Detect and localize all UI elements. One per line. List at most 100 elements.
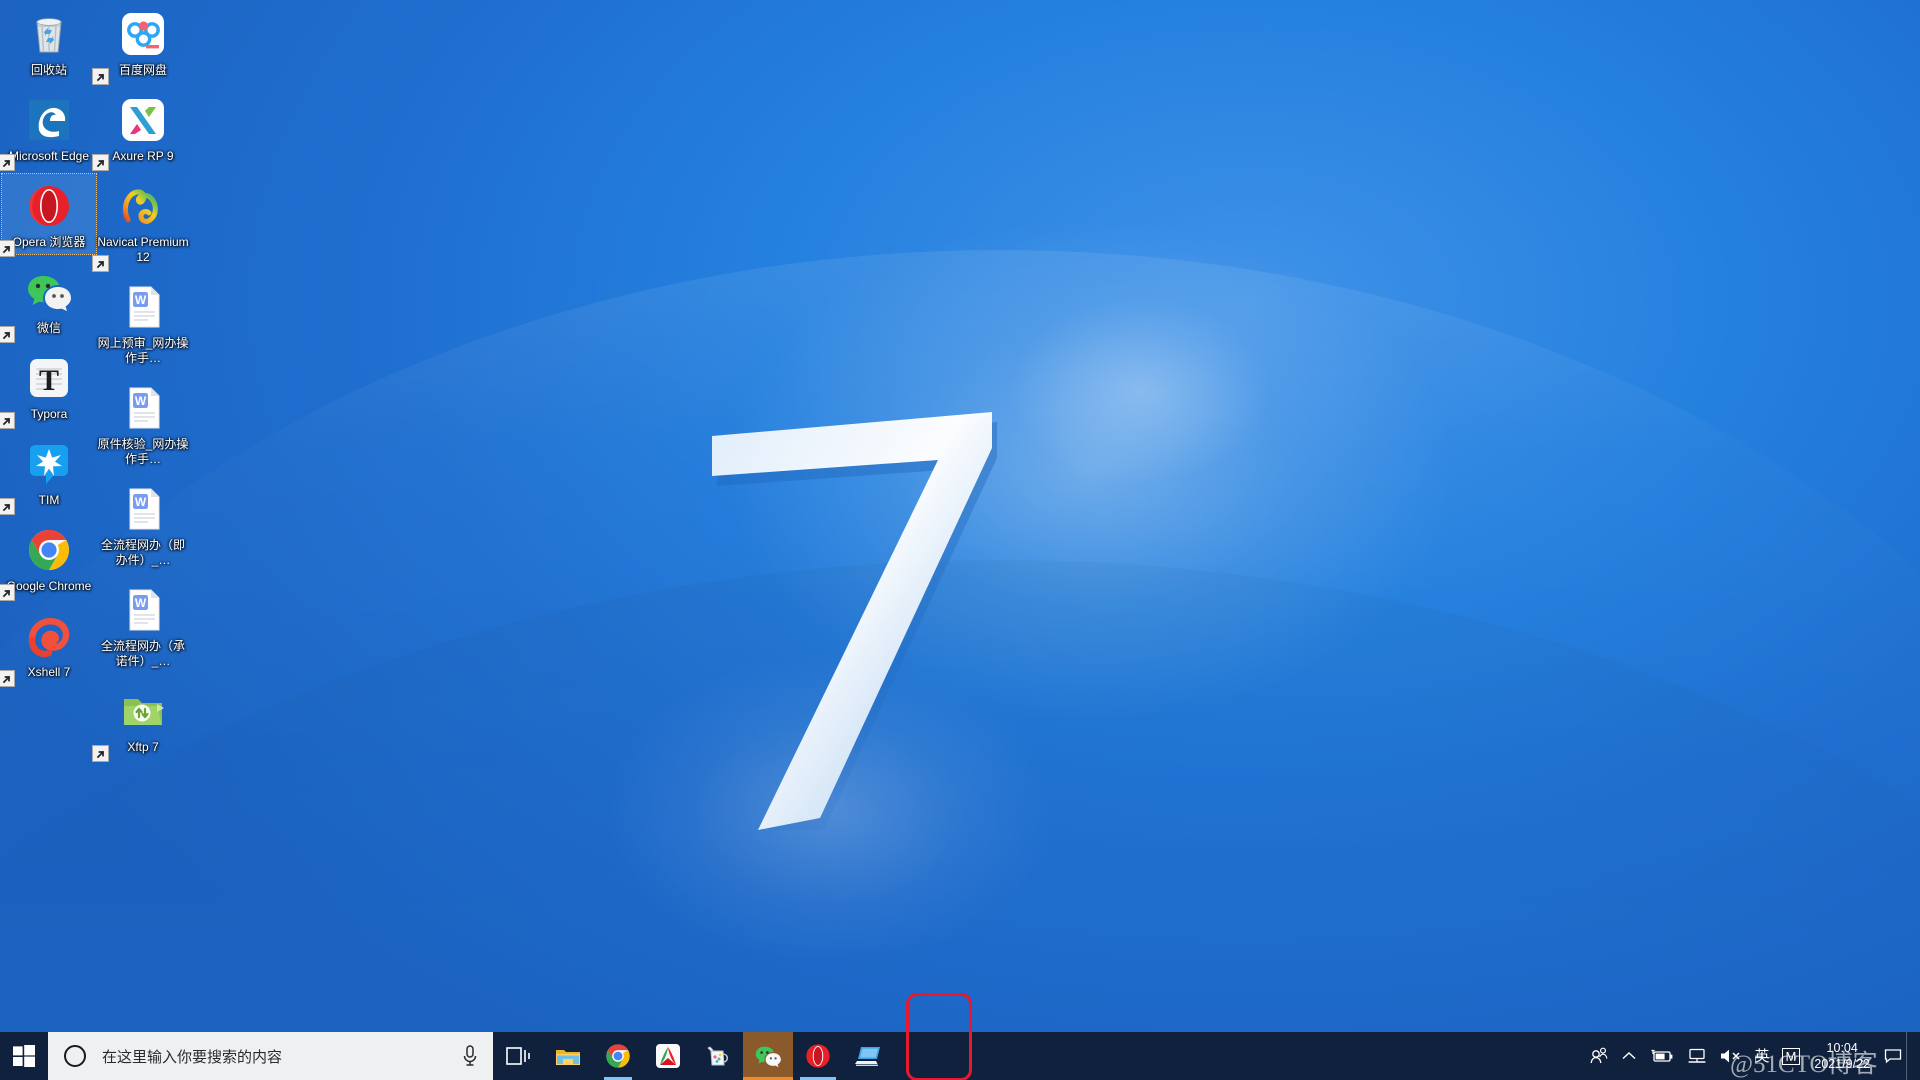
shortcut-arrow-icon (0, 326, 15, 343)
desktop-icon-wechat[interactable]: 微信 (0, 260, 96, 343)
remote-desktop-icon (855, 1047, 880, 1066)
windows-logo-icon (13, 1045, 35, 1067)
tray-ime-mode-button[interactable]: 英 (1749, 1032, 1776, 1080)
edge-icon (25, 96, 73, 144)
wechat-icon (25, 268, 73, 316)
desktop-icon-xftp-7[interactable]: Xftp 7 (92, 679, 190, 762)
shortcut-arrow-icon (92, 68, 109, 85)
search-placeholder-text: 在这里输入你要搜索的内容 (102, 1048, 283, 1066)
system-tray: 英 M 10:04 2021/9/22 (1583, 1032, 1920, 1080)
taskbar-clock[interactable]: 10:04 2021/9/22 (1806, 1032, 1880, 1080)
desktop-icon-label: 回收站 (30, 63, 67, 77)
tray-ime-tool-button[interactable]: M (1776, 1032, 1807, 1080)
teapot-icon (707, 1046, 729, 1066)
shortcut-arrow-icon (92, 154, 109, 171)
wallpaper-seven-logo (712, 412, 997, 830)
taskbar-buttons (493, 1032, 893, 1080)
desktop-icon-label: 微信 (36, 321, 61, 335)
search-input[interactable]: 在这里输入你要搜索的内容 (48, 1032, 493, 1080)
taskbar-button-file-explorer[interactable] (543, 1032, 593, 1080)
desktop-icon-label: Axure RP 9 (112, 149, 174, 163)
desktop-icon-label: 全流程网办（承诺件）_… (100, 639, 185, 668)
chrome-icon (25, 526, 73, 574)
shortcut-arrow-icon (92, 745, 109, 762)
desktop-icon-baidu-netdisk[interactable]: 百度网盘 (92, 2, 190, 85)
navicat-icon (119, 182, 167, 230)
chevron-up-icon (1622, 1052, 1636, 1060)
svg-text:W: W (135, 394, 147, 408)
desktop-icon-tim[interactable]: TIM (0, 432, 96, 515)
taskbar-button-pdf-reader[interactable] (643, 1032, 693, 1080)
baidu-netdisk-icon (119, 10, 167, 58)
battery-icon (1650, 1049, 1672, 1062)
typora-icon: T (25, 354, 73, 402)
ime-tool-label: M (1781, 1047, 1801, 1065)
desktop-icon-label: 全流程网办（即办件）_… (100, 538, 185, 567)
volume-mute-icon (1720, 1049, 1740, 1063)
clock-date: 2021/9/22 (1814, 1057, 1870, 1071)
shortcut-arrow-icon (0, 584, 15, 601)
start-button[interactable] (0, 1032, 48, 1080)
word-document-icon: W (119, 283, 167, 331)
taskbar-button-remote-desktop[interactable] (843, 1032, 893, 1080)
action-center-icon (1884, 1049, 1902, 1064)
word-document-icon: W (119, 586, 167, 634)
action-center-button[interactable] (1880, 1032, 1906, 1080)
file-explorer-icon (556, 1050, 580, 1065)
desktop-icon-label: 网上预审_网办操作手… (97, 336, 189, 365)
opera-icon (25, 182, 73, 230)
desktop-icon-navicat-premium[interactable]: Navicat Premium 12 (92, 174, 190, 272)
tray-people-button[interactable] (1583, 1032, 1615, 1080)
taskbar-button-opera[interactable] (793, 1032, 843, 1080)
desktop-icon-microsoft-edge[interactable]: Microsoft Edge (0, 88, 96, 171)
desktop-icon-doc-yuanjian[interactable]: W 原件核验_网办操作手… (96, 376, 190, 471)
wallpaper-swoosh-upper (0, 250, 1920, 1080)
task-view-icon (506, 1047, 530, 1065)
wechat-icon (755, 1046, 781, 1068)
desktop[interactable]: 回收站 Microsoft Edge Opera 浏览器 微信 T Typora… (0, 0, 1920, 1080)
desktop-icon-label: Navicat Premium 12 (97, 235, 189, 264)
desktop-icon-column-2: 百度网盘 Axure RP 9 Navicat Premium 12 W 网上预… (92, 2, 190, 765)
svg-text:W: W (135, 596, 147, 610)
desktop-icon-label: Google Chrome (6, 579, 92, 593)
desktop-icon-google-chrome[interactable]: Google Chrome (0, 518, 96, 601)
pdf-reader-icon (656, 1044, 680, 1068)
shortcut-arrow-icon (0, 154, 15, 171)
wallpaper-swoosh-lower (0, 560, 1920, 1080)
shortcut-arrow-icon (0, 670, 15, 687)
taskbar-button-task-view[interactable] (493, 1032, 543, 1080)
xshell-icon (25, 612, 73, 660)
tray-show-hidden-icons-button[interactable] (1615, 1032, 1643, 1080)
desktop-icon-doc-jiban[interactable]: W 全流程网办（即办件）_… (96, 477, 190, 572)
microphone-icon[interactable] (459, 1044, 481, 1068)
desktop-icon-label: Opera 浏览器 (12, 235, 86, 249)
shortcut-arrow-icon (0, 412, 15, 429)
desktop-icon-axure-rp-9[interactable]: Axure RP 9 (92, 88, 190, 171)
taskbar-empty-area[interactable] (893, 1032, 1583, 1080)
desktop-icon-recycle-bin[interactable]: 回收站 (2, 2, 96, 82)
desktop-icon-typora[interactable]: T Typora (0, 346, 96, 429)
desktop-icon-label: 百度网盘 (118, 63, 167, 77)
show-desktop-button[interactable] (1906, 1032, 1914, 1080)
svg-text:T: T (39, 364, 59, 397)
ime-mode-label: 英 (1754, 1047, 1770, 1065)
taskbar-button-teapot-app[interactable] (693, 1032, 743, 1080)
desktop-icon-label: Typora (30, 407, 68, 421)
xftp-icon (119, 687, 167, 735)
axure-icon (119, 96, 167, 144)
desktop-icon-doc-chengnuo[interactable]: W 全流程网办（承诺件）_… (96, 578, 190, 673)
desktop-icon-doc-wangshang[interactable]: W 网上预审_网办操作手… (96, 275, 190, 370)
desktop-icon-xshell-7[interactable]: Xshell 7 (0, 604, 96, 687)
cortana-circle-icon (64, 1045, 86, 1067)
tim-icon (25, 440, 73, 488)
taskbar-button-chrome[interactable] (593, 1032, 643, 1080)
tray-volume-button[interactable] (1713, 1032, 1749, 1080)
word-document-icon: W (119, 485, 167, 533)
tray-battery-button[interactable] (1643, 1032, 1681, 1080)
desktop-icon-opera-browser[interactable]: Opera 浏览器 (0, 173, 97, 257)
desktop-icon-label: Xftp 7 (127, 740, 159, 754)
svg-text:W: W (135, 293, 147, 307)
desktop-icon-label: 原件核验_网办操作手… (97, 437, 189, 466)
taskbar-button-wechat[interactable] (743, 1032, 793, 1080)
tray-network-button[interactable] (1681, 1032, 1713, 1080)
